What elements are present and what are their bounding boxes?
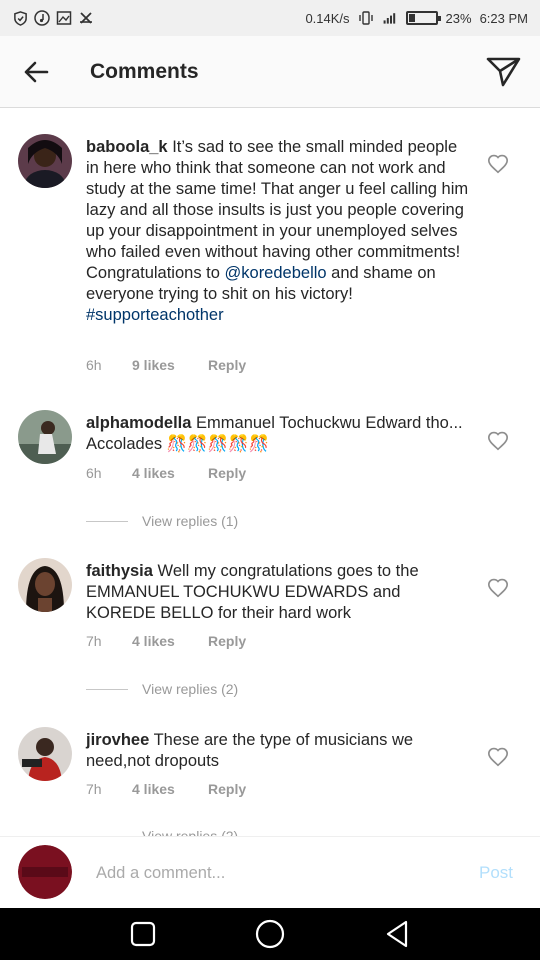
comment-composer: Post bbox=[0, 836, 540, 908]
mention-link[interactable]: @koredebello bbox=[225, 264, 327, 282]
comment-meta: 7h 4 likes Reply bbox=[86, 781, 246, 797]
view-replies-button[interactable]: View replies (1) bbox=[86, 513, 238, 529]
page-title: Comments bbox=[90, 59, 199, 83]
battery-icon bbox=[405, 11, 441, 25]
gallery-icon bbox=[56, 10, 72, 26]
arrow-left-icon bbox=[24, 61, 49, 82]
avatar[interactable] bbox=[18, 410, 72, 464]
comment-time: 7h bbox=[86, 781, 102, 797]
heart-icon[interactable] bbox=[487, 430, 509, 452]
send-icon bbox=[486, 57, 521, 86]
hashtag-link[interactable]: #supporteachother bbox=[86, 306, 224, 324]
comment-username[interactable]: baboola_k bbox=[86, 138, 168, 156]
circle-icon bbox=[255, 919, 285, 949]
comment-time: 6h bbox=[86, 357, 102, 373]
view-replies-button[interactable]: View replies (2) bbox=[86, 681, 238, 697]
comment-input[interactable] bbox=[96, 857, 456, 889]
back-nav-button[interactable] bbox=[377, 914, 417, 954]
comment-meta: 7h 4 likes Reply bbox=[86, 633, 246, 649]
comments-list[interactable]: baboola_k It’s sad to see the small mind… bbox=[0, 108, 540, 836]
comment-text: jirovhee These are the type of musicians… bbox=[86, 731, 414, 770]
heart-icon[interactable] bbox=[487, 746, 509, 768]
comment-time: 7h bbox=[86, 633, 102, 649]
status-bar: 0.14K/s 23% 6:23 PM bbox=[0, 0, 540, 36]
likes-count[interactable]: 4 likes bbox=[132, 465, 208, 481]
post-button[interactable]: Post bbox=[479, 863, 513, 883]
back-button[interactable] bbox=[0, 36, 72, 108]
clock: 6:23 PM bbox=[479, 10, 528, 26]
direct-share-button[interactable] bbox=[468, 36, 540, 108]
avatar[interactable] bbox=[18, 727, 72, 781]
signal-icon bbox=[382, 10, 398, 26]
comment-username[interactable]: jirovhee bbox=[86, 731, 149, 749]
avatar[interactable] bbox=[18, 558, 72, 612]
music-icon bbox=[34, 10, 50, 26]
reply-button[interactable]: Reply bbox=[208, 781, 246, 797]
comment-text: alphamodella Emmanuel Tochuckwu Edward t… bbox=[86, 414, 463, 453]
heart-icon[interactable] bbox=[487, 153, 509, 175]
likes-count[interactable]: 4 likes bbox=[132, 781, 208, 797]
comment-meta: 6h 9 likes Reply bbox=[86, 357, 246, 373]
avatar[interactable] bbox=[18, 134, 72, 188]
battery-percent: 23% bbox=[445, 10, 472, 26]
comment-username[interactable]: faithysia bbox=[86, 562, 153, 580]
reply-button[interactable]: Reply bbox=[208, 357, 246, 373]
heart-icon[interactable] bbox=[487, 577, 509, 599]
comment-text: baboola_k It’s sad to see the small mind… bbox=[86, 138, 469, 324]
emoji-text: 🎊🎊🎊🎊🎊 bbox=[166, 435, 270, 453]
comment-time: 6h bbox=[86, 465, 102, 481]
recents-button[interactable] bbox=[123, 914, 163, 954]
divider bbox=[86, 688, 128, 690]
vibrate-icon bbox=[358, 10, 374, 26]
shield-icon bbox=[12, 10, 28, 26]
divider bbox=[86, 520, 128, 522]
reply-button[interactable]: Reply bbox=[208, 465, 246, 481]
comment-meta: 6h 4 likes Reply bbox=[86, 465, 246, 481]
likes-count[interactable]: 9 likes bbox=[132, 357, 208, 373]
comment-text: faithysia Well my congratulations goes t… bbox=[86, 562, 419, 622]
square-icon bbox=[131, 921, 156, 947]
view-replies-button[interactable]: View replies (2) bbox=[86, 828, 238, 836]
my-avatar bbox=[18, 845, 72, 899]
app-bar: Comments bbox=[0, 36, 540, 108]
network-speed: 0.14K/s bbox=[305, 10, 350, 26]
triangle-back-icon bbox=[386, 920, 407, 948]
reply-button[interactable]: Reply bbox=[208, 633, 246, 649]
likes-count[interactable]: 4 likes bbox=[132, 633, 208, 649]
comment-username[interactable]: alphamodella bbox=[86, 414, 191, 432]
home-button[interactable] bbox=[250, 914, 290, 954]
system-nav-bar bbox=[0, 908, 540, 960]
tools-icon bbox=[78, 10, 94, 26]
